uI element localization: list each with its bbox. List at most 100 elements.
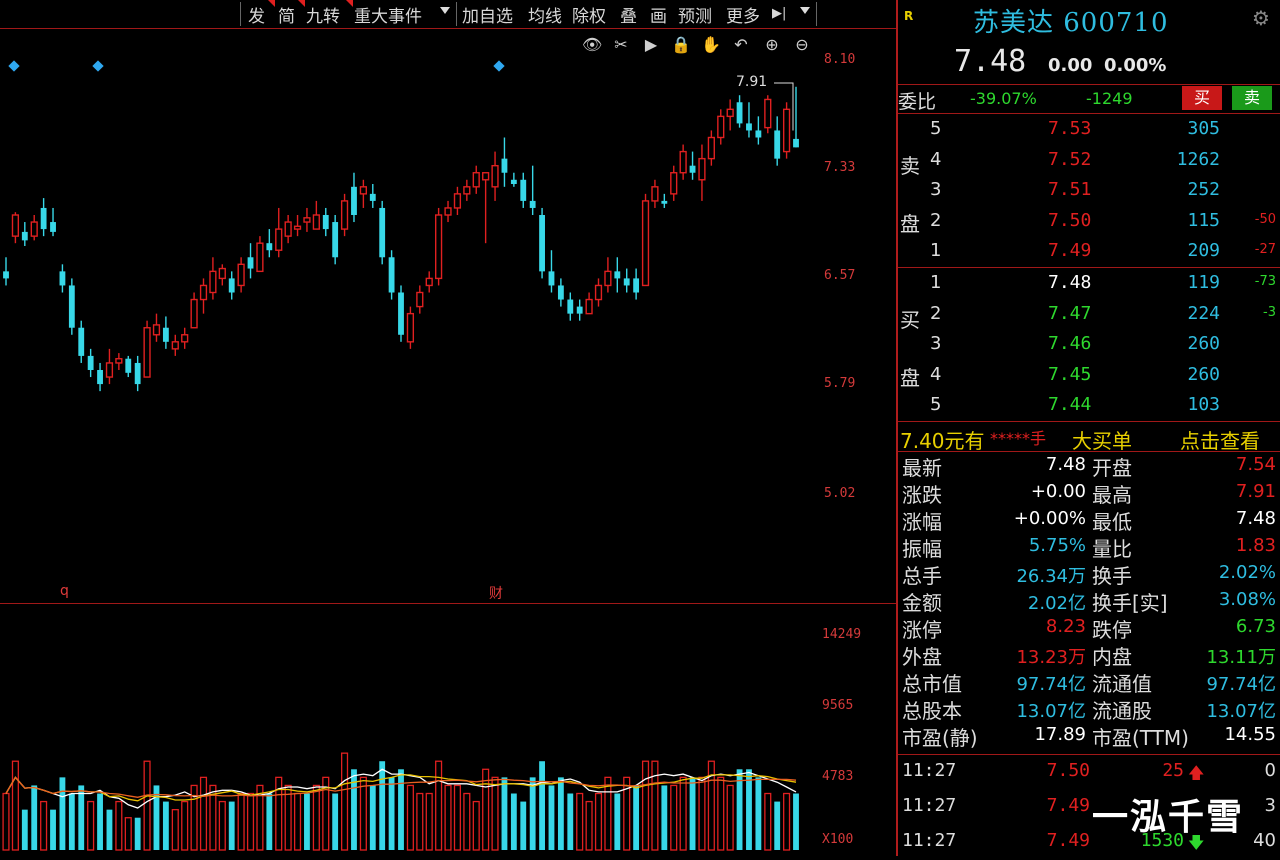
candle[interactable] [59,264,66,293]
volume-bar[interactable] [181,800,189,851]
candle[interactable] [181,327,189,349]
candle[interactable] [670,165,678,201]
volume-bar[interactable] [520,801,527,850]
volume-bar[interactable] [359,776,367,851]
volume-bar[interactable] [228,801,235,850]
candle[interactable] [435,207,443,286]
candle[interactable] [510,172,517,187]
volume-bar[interactable] [651,760,659,851]
candle[interactable] [689,151,696,180]
candle[interactable] [30,215,38,241]
volume-bar[interactable] [199,776,208,851]
volume-bar[interactable] [425,792,433,851]
volume-bar[interactable] [87,800,95,851]
volume-bar[interactable] [698,776,706,851]
volume-bar[interactable] [661,785,668,850]
candle[interactable] [237,257,245,293]
volume-bar[interactable] [284,784,292,851]
buy-row[interactable]: 1 7.48 119 -73 [898,268,1280,298]
sell-row[interactable]: 2 7.50 115 -50 [898,206,1280,236]
big-order-view-link[interactable]: 点击查看 [1180,425,1260,454]
volume-bar[interactable] [463,792,471,851]
volume-bar[interactable] [491,776,499,851]
volume-bar[interactable] [11,760,19,851]
candle[interactable] [585,292,593,315]
volume-bar[interactable] [444,784,452,851]
volume-bar[interactable] [78,785,85,850]
volume-bar[interactable] [453,784,461,851]
candle[interactable] [209,257,217,300]
volume-bar[interactable] [237,792,245,851]
volume-bar[interactable] [670,784,678,851]
volume-bar[interactable] [548,785,555,850]
candle[interactable] [707,130,715,166]
volume-bar[interactable] [115,800,123,851]
candle[interactable] [332,215,339,265]
volume-bar[interactable] [398,769,404,850]
candle[interactable] [416,285,424,314]
candle[interactable] [472,165,480,194]
candle[interactable] [463,179,471,201]
buy-row[interactable]: 4 7.45 260 [898,360,1280,390]
candle[interactable] [736,95,743,128]
candle[interactable] [369,184,376,208]
volume-bar[interactable] [304,793,310,850]
candle[interactable] [379,200,386,265]
candle[interactable] [256,236,264,273]
volume-bar[interactable] [539,761,545,850]
candle[interactable] [87,348,94,378]
candle[interactable] [661,193,668,208]
volume-bar[interactable] [576,792,584,851]
volume-bar[interactable] [246,792,255,851]
buy-row[interactable]: 5 7.44 103 [898,390,1280,420]
buy-row[interactable]: 3 7.46 260 [898,329,1280,359]
candle[interactable] [228,271,235,300]
volume-bar[interactable] [341,752,349,851]
volume-bar[interactable] [31,785,38,850]
volume-bar[interactable] [746,769,752,850]
candle[interactable] [312,200,320,230]
candle[interactable] [651,179,659,208]
volume-bar[interactable] [585,800,593,851]
volume-bar[interactable] [435,760,443,851]
candle[interactable] [398,285,404,342]
candle[interactable] [50,207,56,237]
volume-bar[interactable] [472,800,480,851]
volume-bar[interactable] [59,777,66,850]
candle[interactable] [576,299,583,321]
candle[interactable] [567,292,574,321]
volume-bar[interactable] [218,800,226,851]
candle[interactable] [105,348,114,385]
volume-bar[interactable] [529,777,536,850]
candle[interactable] [774,116,781,166]
volume-bar[interactable] [774,801,781,850]
candle[interactable] [275,207,283,258]
candle[interactable] [388,250,395,300]
sell-row[interactable]: 4 7.52 1262 [898,145,1280,175]
volume-bar[interactable] [406,784,414,851]
candle[interactable] [134,355,141,392]
candle[interactable] [115,353,123,370]
volume-bar[interactable] [764,792,772,851]
volume-bar[interactable] [641,760,650,851]
candle[interactable] [679,144,687,180]
candle[interactable] [293,215,302,237]
candle[interactable] [425,271,433,293]
candle[interactable] [171,334,179,356]
candle[interactable] [68,278,75,335]
volume-bar[interactable] [332,793,339,850]
volume-bar[interactable] [162,801,169,850]
candle[interactable] [539,207,545,279]
candle[interactable] [641,193,650,287]
candle[interactable] [199,278,208,314]
volume-bar[interactable] [124,817,132,851]
candle[interactable] [793,86,799,148]
volume-bar[interactable] [40,800,48,851]
volume-bar[interactable] [293,792,302,851]
candle[interactable] [359,179,367,208]
volume-bar[interactable] [50,809,56,850]
candle[interactable] [698,144,706,201]
volume-bar[interactable] [679,776,687,851]
volume-bar[interactable] [501,777,508,850]
candle[interactable] [444,200,452,223]
